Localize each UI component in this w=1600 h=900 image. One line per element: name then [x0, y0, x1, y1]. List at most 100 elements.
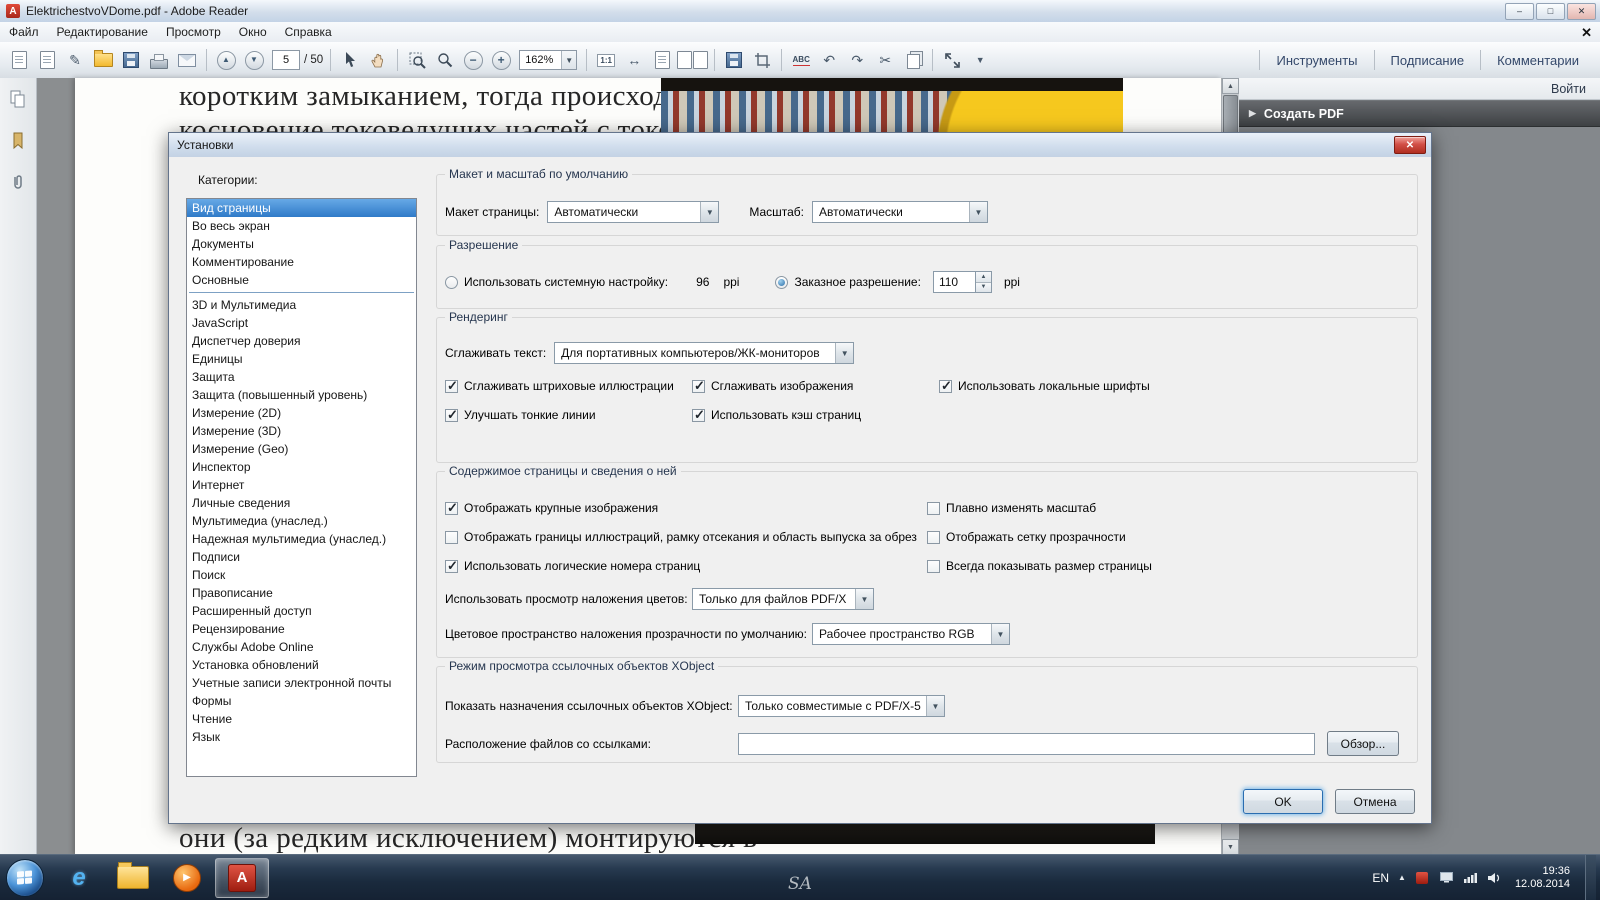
tray-display-icon[interactable] [1439, 870, 1454, 885]
save-button[interactable] [118, 47, 144, 73]
start-button[interactable] [6, 858, 44, 897]
tray-volume-icon[interactable] [1487, 870, 1502, 885]
category-item[interactable]: Измерение (Geo) [187, 440, 416, 458]
system-resolution-radio[interactable]: Использовать системную настройку: [445, 275, 668, 289]
always-show-page-size-checkbox[interactable]: Всегда показывать размер страницы [927, 559, 1152, 573]
smooth-images-checkbox[interactable]: Сглаживать изображения [692, 378, 939, 394]
category-item[interactable]: Рецензирование [187, 620, 416, 638]
category-item[interactable]: Документы [187, 235, 416, 253]
custom-resolution-radio[interactable]: Заказное разрешение: [775, 275, 921, 289]
minimize-button[interactable]: – [1505, 2, 1534, 20]
copy-button[interactable] [900, 47, 926, 73]
marquee-zoom-button[interactable] [404, 47, 430, 73]
category-item[interactable]: JavaScript [187, 314, 416, 332]
tools-pane-button[interactable]: Инструменты [1260, 53, 1373, 68]
document-close-icon[interactable]: ✕ [1581, 26, 1592, 39]
large-images-checkbox[interactable]: Отображать крупные изображения [445, 500, 927, 516]
open-file-button[interactable] [6, 47, 32, 73]
zoom-out-button[interactable]: − [460, 47, 486, 73]
category-item[interactable]: 3D и Мультимедиа [187, 296, 416, 314]
menu-window[interactable]: Окно [230, 23, 276, 41]
category-item[interactable]: Расширенный доступ [187, 602, 416, 620]
local-fonts-checkbox[interactable]: Использовать локальные шрифты [939, 378, 1150, 394]
spinner-up-icon[interactable]: ▲ [975, 272, 991, 283]
category-item[interactable]: Службы Adobe Online [187, 638, 416, 656]
category-item[interactable]: Мультимедиа (унаслед.) [187, 512, 416, 530]
category-item[interactable]: Надежная мультимедиа (унаслед.) [187, 530, 416, 548]
hand-tool-button[interactable] [365, 47, 391, 73]
category-item[interactable]: Язык [187, 728, 416, 746]
enhance-thin-lines-checkbox[interactable]: Улучшать тонкие линии [445, 407, 692, 423]
taskbar-ie-button[interactable]: e [53, 859, 105, 897]
blend-space-select[interactable]: Рабочее пространство RGB ▼ [812, 623, 1010, 645]
tray-network-icon[interactable] [1463, 870, 1478, 885]
taskbar-adobe-reader-button[interactable]: A [215, 857, 269, 898]
attachments-button[interactable] [7, 172, 29, 194]
category-item[interactable]: Учетные записи электронной почты [187, 674, 416, 692]
menu-file[interactable]: Файл [0, 23, 48, 41]
toolbar-overflow-button[interactable]: ▼ [967, 47, 993, 73]
custom-resolution-spinner[interactable]: 110 ▲ ▼ [932, 271, 992, 293]
category-item[interactable]: Вид страницы [187, 199, 416, 217]
fullscreen-button[interactable] [939, 47, 965, 73]
previous-page-button[interactable]: ▲ [213, 47, 239, 73]
category-item[interactable]: Защита (повышенный уровень) [187, 386, 416, 404]
maximize-button[interactable]: □ [1536, 2, 1565, 20]
language-indicator[interactable]: EN [1372, 871, 1389, 885]
zoom-level-select[interactable]: 162% ▼ [519, 50, 578, 70]
scroll-up-icon[interactable]: ▲ [1222, 78, 1239, 94]
category-item[interactable]: Во весь экран [187, 217, 416, 235]
create-pdf-button[interactable] [34, 47, 60, 73]
spellcheck-button[interactable]: ABC [788, 47, 814, 73]
category-item[interactable]: Защита [187, 368, 416, 386]
ok-button[interactable]: OK [1243, 789, 1323, 814]
zoom-tool-button[interactable] [432, 47, 458, 73]
xobject-show-select[interactable]: Только совместимые с PDF/X-5 ▼ [738, 695, 945, 717]
next-page-button[interactable]: ▼ [241, 47, 267, 73]
show-desktop-button[interactable] [1585, 855, 1596, 900]
cancel-button[interactable]: Отмена [1335, 789, 1415, 814]
browse-button[interactable]: Обзор... [1327, 731, 1399, 756]
category-item[interactable]: Установка обновлений [187, 656, 416, 674]
save-copy-button[interactable] [721, 47, 747, 73]
category-item[interactable]: Комментирование [187, 253, 416, 271]
sign-pane-button[interactable]: Подписание [1375, 53, 1481, 68]
single-page-button[interactable] [649, 47, 675, 73]
fit-page-button[interactable] [677, 47, 709, 73]
actual-size-button[interactable]: 1:1 [593, 47, 619, 73]
category-item[interactable]: Измерение (3D) [187, 422, 416, 440]
crop-button[interactable] [749, 47, 775, 73]
category-item[interactable]: Инспектор [187, 458, 416, 476]
zoom-in-button[interactable]: + [488, 47, 514, 73]
sign-in-link[interactable]: Войти [1551, 82, 1586, 96]
select-tool-button[interactable] [337, 47, 363, 73]
cut-button[interactable]: ✂ [872, 47, 898, 73]
open-folder-button[interactable] [90, 47, 116, 73]
category-item[interactable]: Правописание [187, 584, 416, 602]
logical-page-numbers-checkbox[interactable]: Использовать логические номера страниц [445, 558, 927, 574]
dialog-close-button[interactable]: ✕ [1394, 136, 1426, 154]
tray-adobe-icon[interactable] [1415, 870, 1430, 885]
page-layout-select[interactable]: Автоматически ▼ [547, 201, 720, 223]
redo-button[interactable]: ↷ [844, 47, 870, 73]
taskbar-explorer-button[interactable] [107, 859, 159, 897]
email-button[interactable] [174, 47, 200, 73]
menu-view[interactable]: Просмотр [157, 23, 230, 41]
page-number-input[interactable]: 5 [272, 50, 300, 70]
scroll-down-icon[interactable]: ▼ [1222, 839, 1239, 855]
art-box-checkbox[interactable]: Отображать границы иллюстраций, рамку от… [445, 530, 927, 544]
category-item[interactable]: Основные [187, 271, 416, 289]
menu-edit[interactable]: Редактирование [48, 23, 157, 41]
category-item[interactable]: Интернет [187, 476, 416, 494]
taskbar-clock[interactable]: 19:36 12.08.2014 [1515, 865, 1570, 891]
category-item[interactable]: Поиск [187, 566, 416, 584]
spinner-down-icon[interactable]: ▼ [975, 282, 991, 292]
smooth-text-select[interactable]: Для портативных компьютеров/ЖК-мониторов… [554, 342, 855, 364]
undo-button[interactable]: ↶ [816, 47, 842, 73]
category-item[interactable]: Подписи [187, 548, 416, 566]
category-item[interactable]: Диспетчер доверия [187, 332, 416, 350]
close-button[interactable]: ✕ [1567, 2, 1596, 20]
category-item[interactable]: Чтение [187, 710, 416, 728]
menu-help[interactable]: Справка [276, 23, 341, 41]
zoom-select[interactable]: Автоматически ▼ [812, 201, 988, 223]
